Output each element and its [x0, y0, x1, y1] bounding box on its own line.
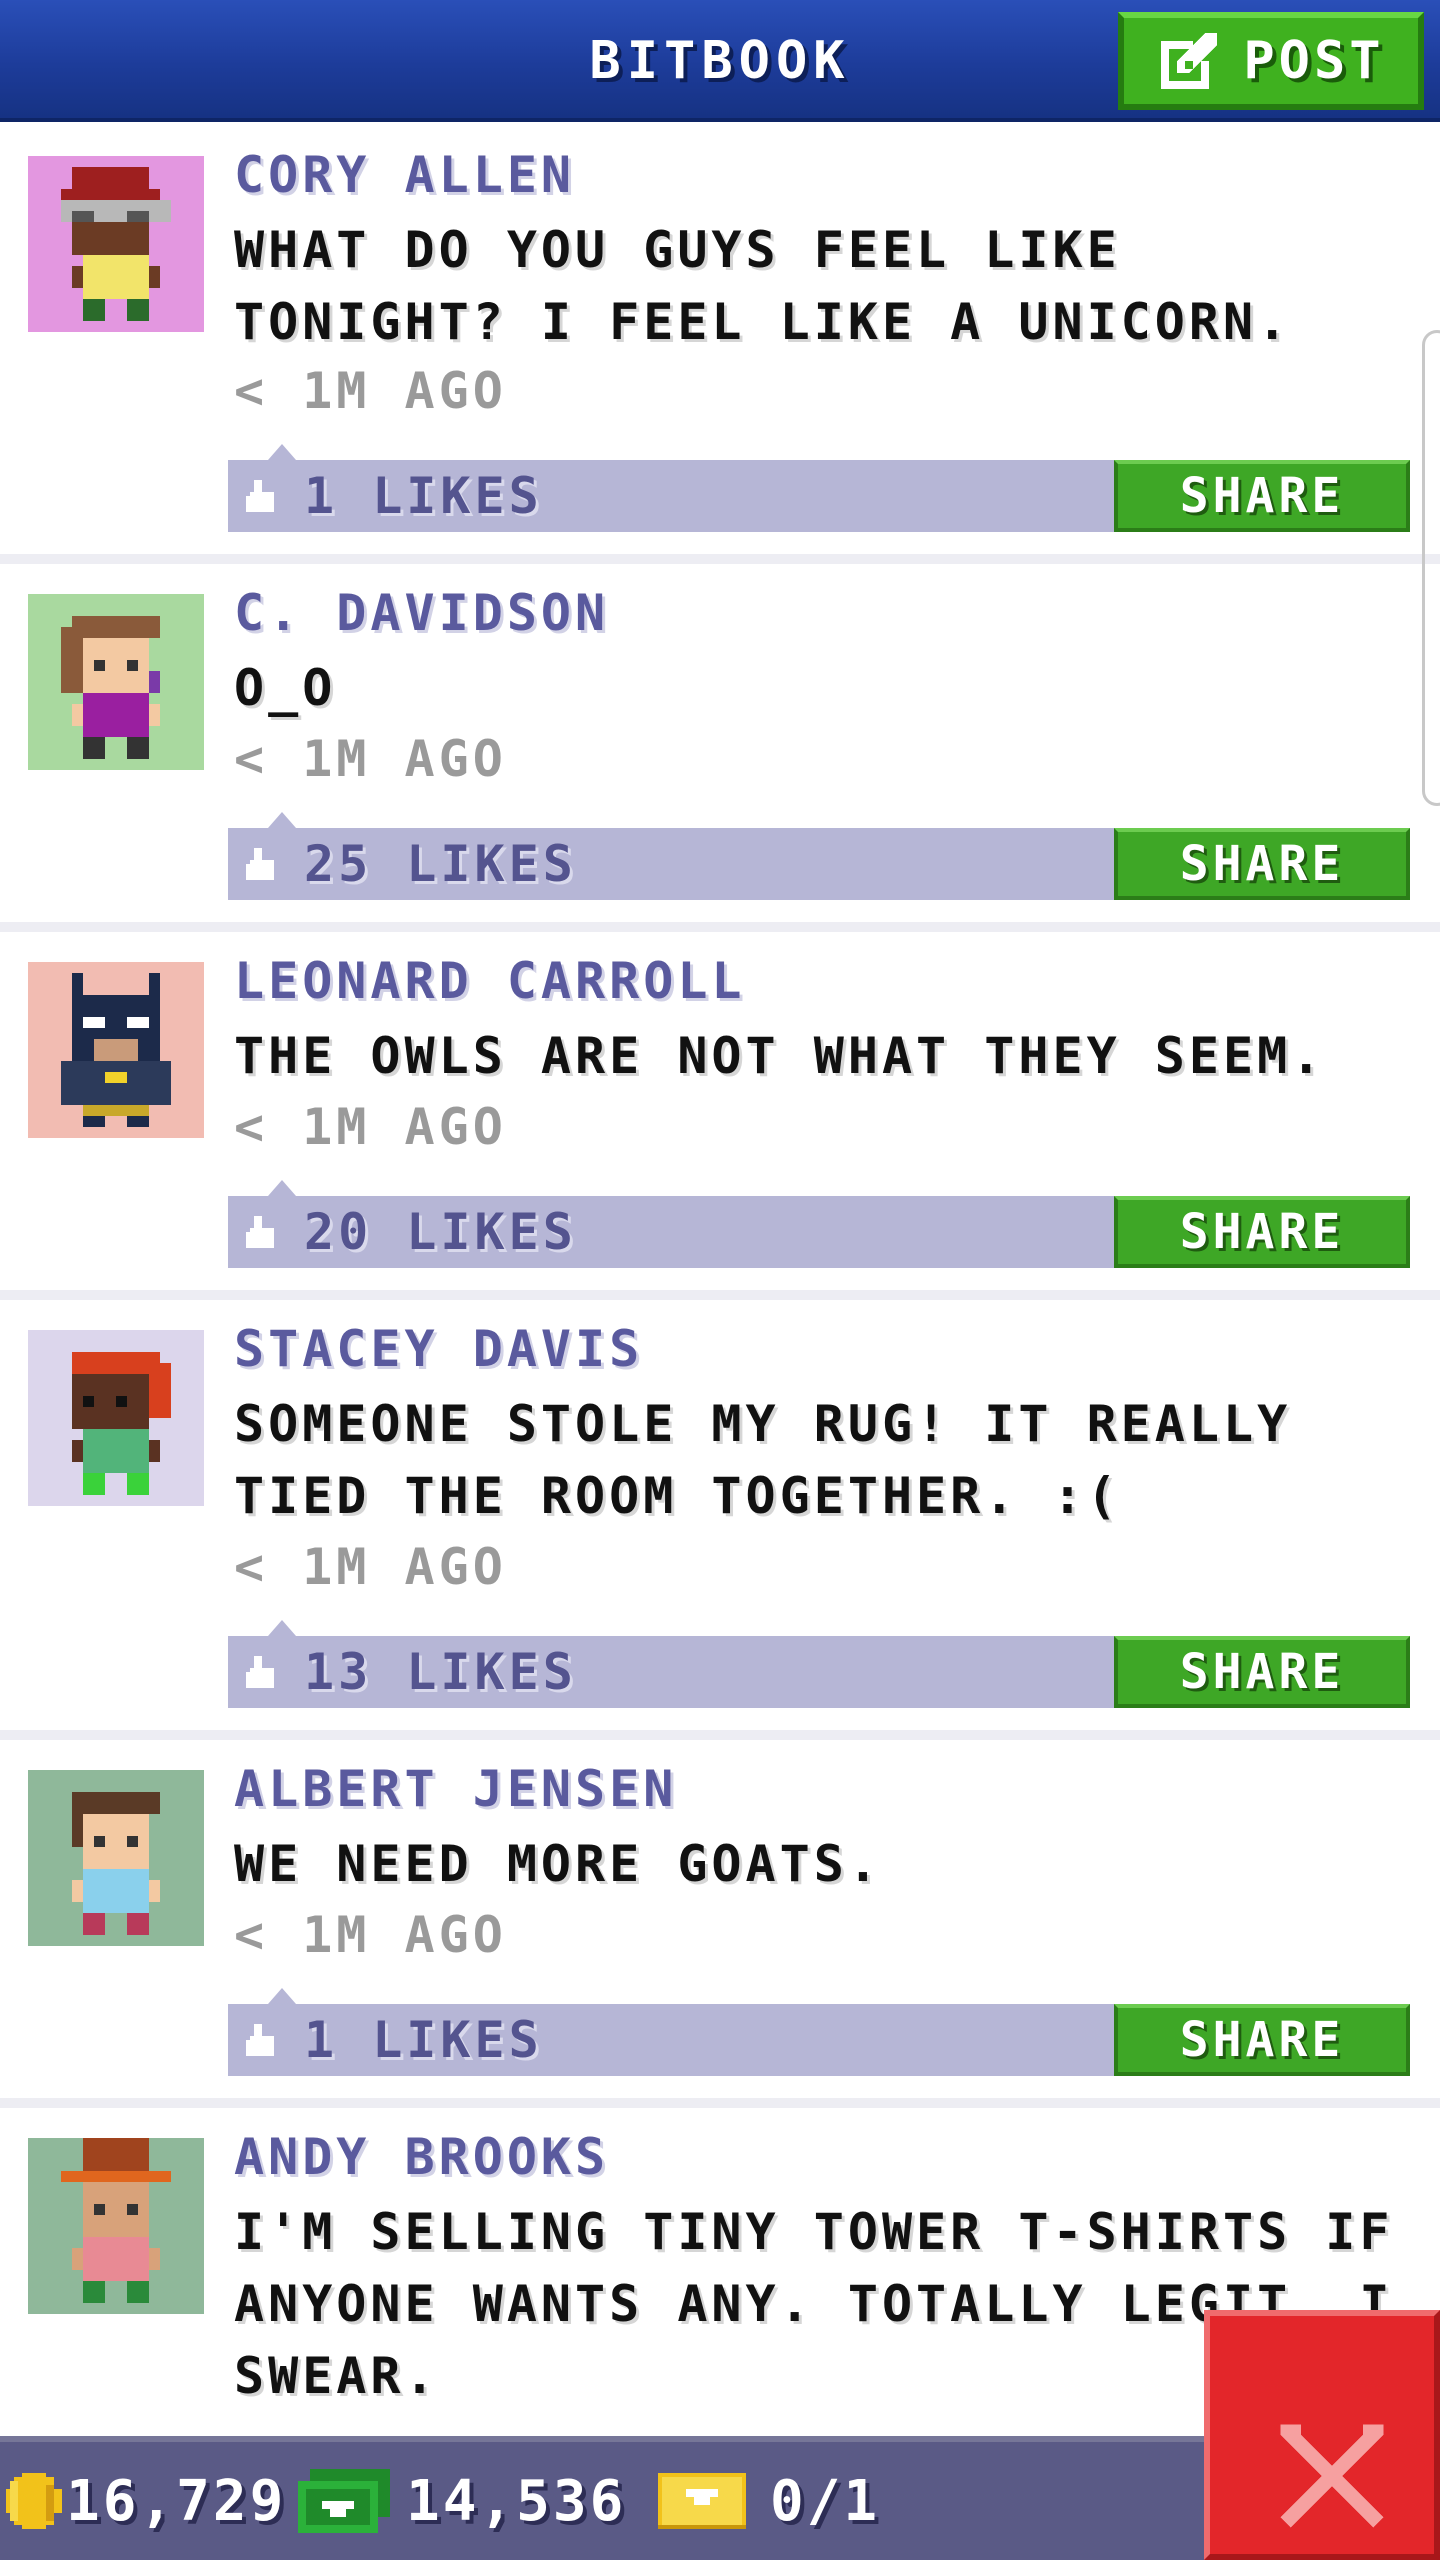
close-button[interactable] [1204, 2310, 1440, 2560]
post-item: STACEY DAVIS SOMEONE STOLE MY RUG! IT RE… [0, 1300, 1440, 1740]
avatar[interactable] [28, 1330, 204, 1506]
post-timestamp: < 1M AGO [234, 1098, 507, 1156]
post-author[interactable]: CORY ALLEN [234, 146, 575, 204]
avatar[interactable] [28, 962, 204, 1138]
coins-stat: 16,729 [6, 2442, 286, 2560]
post-timestamp: < 1M AGO [234, 1906, 507, 1964]
post-timestamp: < 1M AGO [234, 362, 507, 420]
tickets-amount: 0/1 [770, 2468, 881, 2534]
like-bar: 13 LIKES SHARE [228, 1620, 1410, 1708]
likes-count: 13 LIKES [304, 1643, 577, 1701]
post-author[interactable]: ALBERT JENSEN [234, 1760, 677, 1818]
share-button[interactable]: SHARE [1114, 2004, 1410, 2076]
thumbs-up-icon[interactable] [242, 844, 282, 888]
avatar[interactable] [28, 2138, 204, 2314]
avatar[interactable] [28, 594, 204, 770]
post-message: O_O [234, 659, 337, 717]
likes-count: 1 LIKES [304, 2011, 543, 2069]
post-timestamp: < 1M AGO [234, 1538, 507, 1596]
post-message: WE NEED MORE GOATS. [234, 1835, 882, 1893]
like-bar: 1 LIKES SHARE [228, 1988, 1410, 2076]
post-timestamp: < 1M AGO [234, 730, 507, 788]
post-message: WHAT DO YOU GUYS FEEL LIKE TONIGHT? I FE… [234, 221, 1292, 351]
feed-list[interactable]: CORY ALLEN WHAT DO YOU GUYS FEEL LIKE TO… [0, 126, 1440, 2436]
share-button[interactable]: SHARE [1114, 828, 1410, 900]
post-item: ALBERT JENSEN WE NEED MORE GOATS. < 1M A… [0, 1740, 1440, 2108]
likes-count: 20 LIKES [304, 1203, 577, 1261]
scrollbar[interactable] [1422, 330, 1440, 806]
post-button[interactable]: POST [1118, 12, 1424, 110]
thumbs-up-icon[interactable] [242, 1652, 282, 1696]
bux-icon [298, 2469, 390, 2533]
post-author[interactable]: LEONARD CARROLL [234, 952, 746, 1010]
post-author[interactable]: C. DAVIDSON [234, 584, 609, 642]
post-author[interactable]: ANDY BROOKS [234, 2128, 609, 2186]
tickets-stat: 0/1 [658, 2442, 880, 2560]
post-item: C. DAVIDSON O_O < 1M AGO 25 LIKES SHARE [0, 564, 1440, 932]
avatar[interactable] [28, 1770, 204, 1946]
bux-amount: 14,536 [406, 2468, 627, 2534]
post-message: THE OWLS ARE NOT WHAT THEY SEEM. [234, 1027, 1326, 1085]
likes-count: 1 LIKES [304, 467, 543, 525]
close-icon [1280, 2424, 1384, 2528]
share-button[interactable]: SHARE [1114, 1196, 1410, 1268]
likes-count: 25 LIKES [304, 835, 577, 893]
share-button[interactable]: SHARE [1114, 460, 1410, 532]
thumbs-up-icon[interactable] [242, 2020, 282, 2064]
coin-icon [6, 2473, 62, 2529]
thumbs-up-icon[interactable] [242, 476, 282, 520]
post-message: SOMEONE STOLE MY RUG! IT REALLY TIED THE… [234, 1395, 1292, 1525]
post-author[interactable]: STACEY DAVIS [234, 1320, 643, 1378]
bux-stat: 14,536 [298, 2442, 626, 2560]
app-header: BITBOOK POST [0, 0, 1440, 122]
avatar[interactable] [28, 156, 204, 332]
ticket-icon [658, 2473, 746, 2529]
post-item: LEONARD CARROLL THE OWLS ARE NOT WHAT TH… [0, 932, 1440, 1300]
post-button-label: POST [1243, 31, 1385, 91]
like-bar: 25 LIKES SHARE [228, 812, 1410, 900]
thumbs-up-icon[interactable] [242, 1212, 282, 1256]
like-bar: 20 LIKES SHARE [228, 1180, 1410, 1268]
like-bar: 1 LIKES SHARE [228, 444, 1410, 532]
share-button[interactable]: SHARE [1114, 1636, 1410, 1708]
post-item: CORY ALLEN WHAT DO YOU GUYS FEEL LIKE TO… [0, 126, 1440, 564]
coins-amount: 16,729 [66, 2468, 287, 2534]
edit-icon [1161, 33, 1218, 89]
